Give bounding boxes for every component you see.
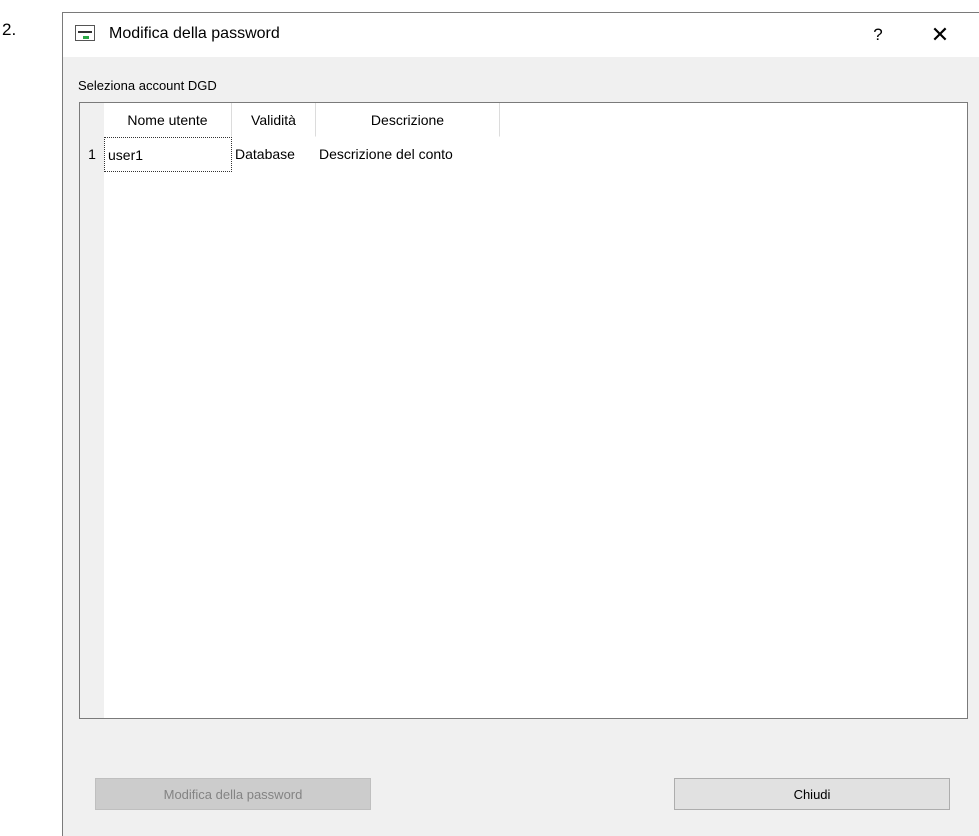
select-account-label: Seleziona account DGD — [78, 78, 217, 93]
column-header-username[interactable]: Nome utente — [104, 103, 232, 137]
help-button[interactable]: ? — [863, 21, 893, 49]
column-header-description[interactable]: Descrizione — [316, 103, 500, 137]
step-number: 2. — [2, 20, 17, 39]
dialog-title: Modifica della password — [109, 25, 280, 42]
close-button[interactable]: Chiudi — [674, 778, 950, 810]
accounts-table[interactable]: Nome utente Validità Descrizione 1 user1… — [79, 102, 968, 719]
change-password-button[interactable]: Modifica della password — [95, 778, 371, 810]
cell-validity[interactable]: Database — [232, 137, 316, 172]
column-header-validity[interactable]: Validità — [232, 103, 316, 137]
change-password-dialog: Modifica della password ? ✕ Seleziona ac… — [62, 12, 979, 836]
row-number[interactable]: 1 — [80, 137, 104, 172]
app-icon — [75, 25, 95, 41]
close-window-button[interactable]: ✕ — [925, 21, 955, 49]
cell-description[interactable]: Descrizione del conto — [316, 137, 500, 172]
table-header-row: Nome utente Validità Descrizione — [104, 103, 500, 137]
cell-username[interactable]: user1 — [104, 137, 232, 172]
title-bar[interactable]: Modifica della password ? ✕ — [63, 13, 979, 57]
row-header-column — [80, 103, 104, 718]
